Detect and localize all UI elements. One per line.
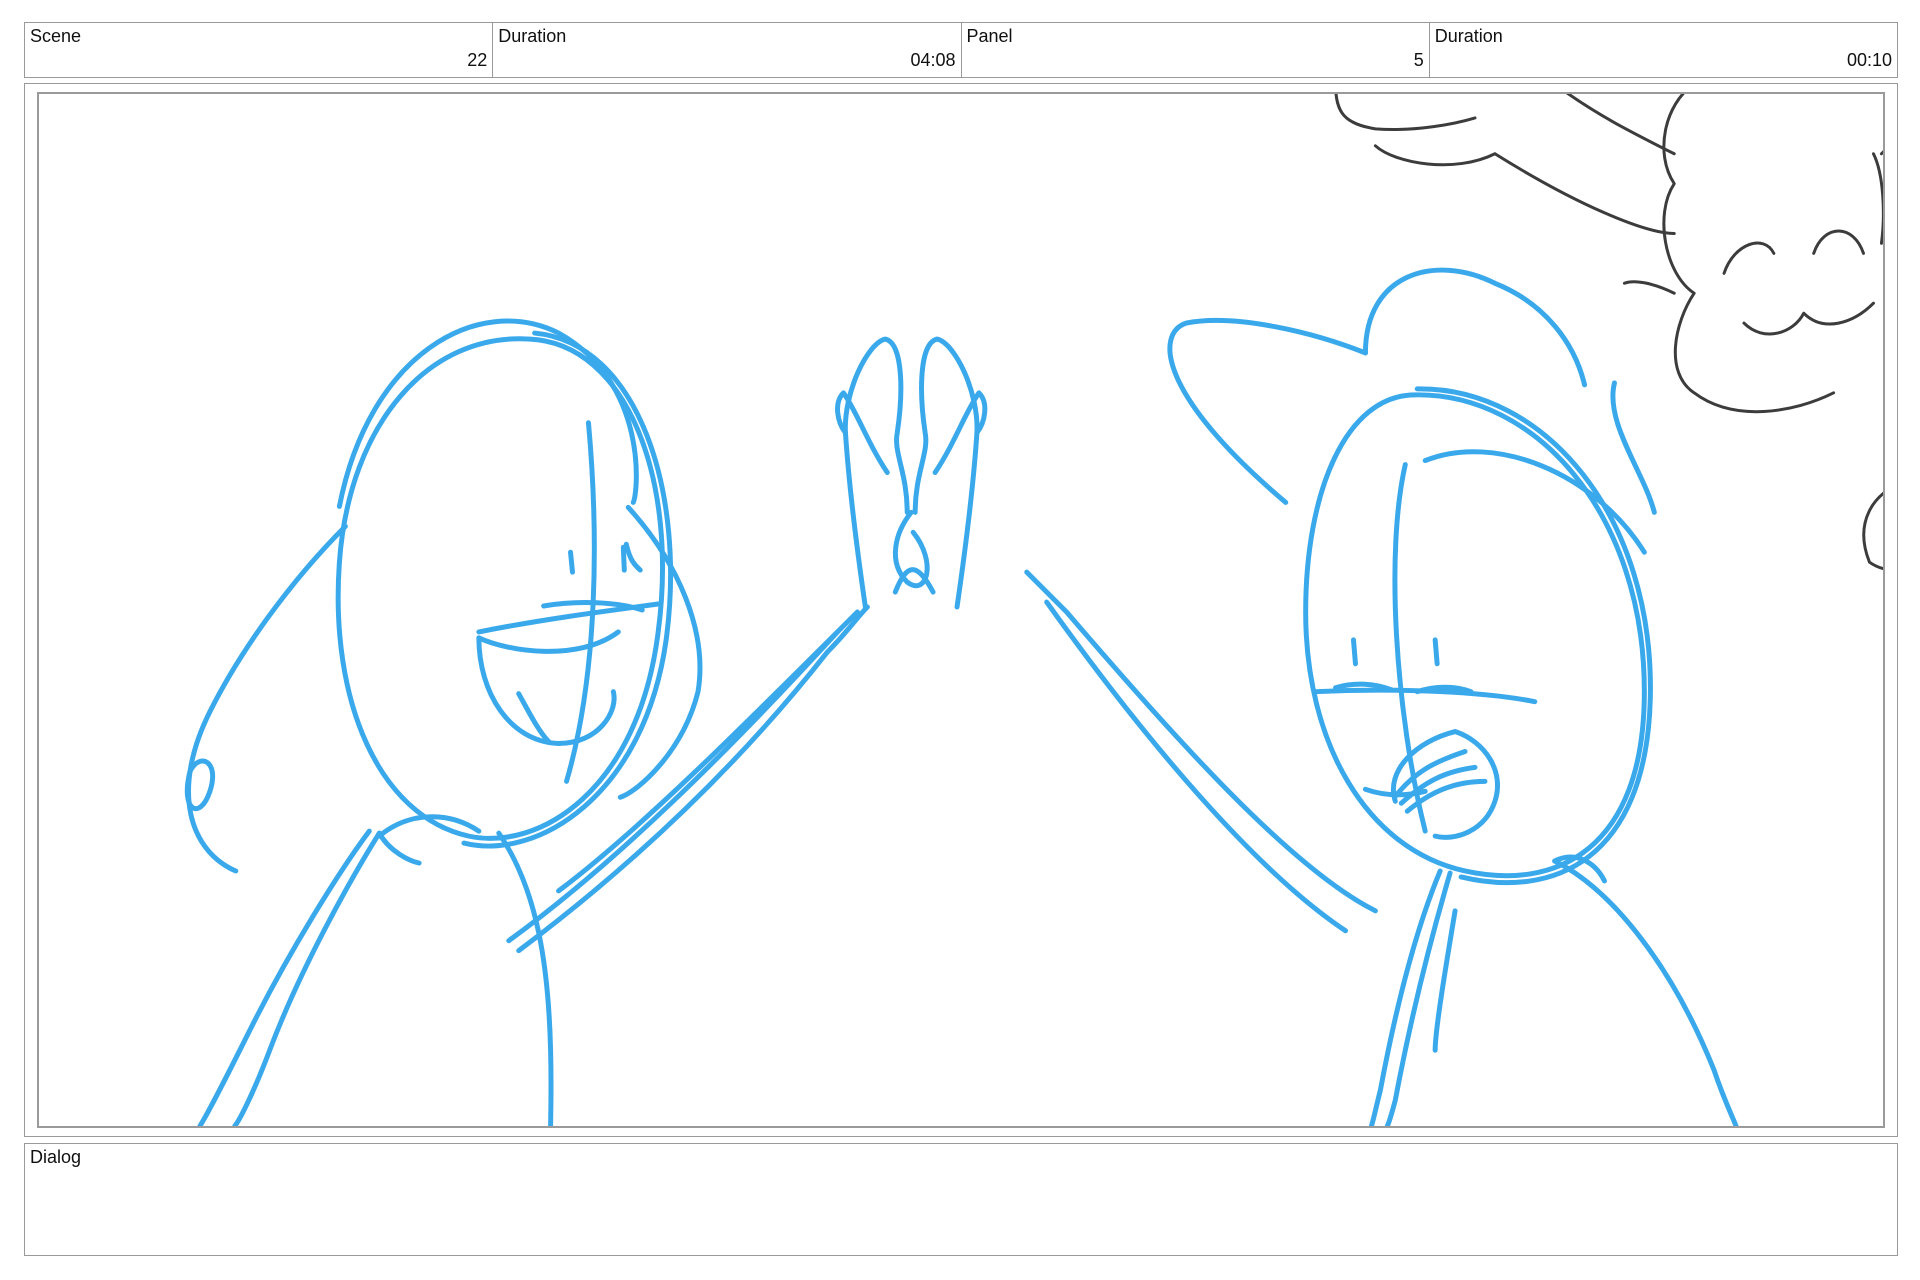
- background-character-sketch: [1334, 94, 1883, 571]
- dialog-label: Dialog: [30, 1147, 82, 1167]
- scene-cell: Scene 22: [25, 23, 494, 77]
- high-five-hands-sketch: [835, 336, 988, 610]
- right-character-sketch: [1024, 267, 1739, 1126]
- panel-label: Panel: [966, 26, 1013, 46]
- panel-duration-cell: Duration 00:10: [1430, 23, 1897, 77]
- storyboard-frame: [24, 83, 1898, 1137]
- scene-label: Scene: [30, 26, 82, 46]
- scene-duration-cell: Duration 04:08: [493, 23, 962, 77]
- left-character-sketch: [184, 318, 870, 1126]
- dialog-box: Dialog: [24, 1143, 1898, 1256]
- panel-info-header: Scene 22 Duration 04:08 Panel 5 Duration…: [24, 22, 1898, 78]
- scene-value: 22: [467, 50, 488, 70]
- panel-cell: Panel 5: [962, 23, 1430, 77]
- panel-value: 5: [1413, 50, 1424, 70]
- scene-duration-label: Duration: [498, 26, 567, 46]
- scene-duration-value: 04:08: [910, 50, 956, 70]
- panel-duration-value: 00:10: [1846, 50, 1892, 70]
- storyboard-panel-drawing: [37, 92, 1885, 1128]
- panel-duration-label: Duration: [1434, 26, 1503, 46]
- sketch-canvas: [184, 94, 1883, 1126]
